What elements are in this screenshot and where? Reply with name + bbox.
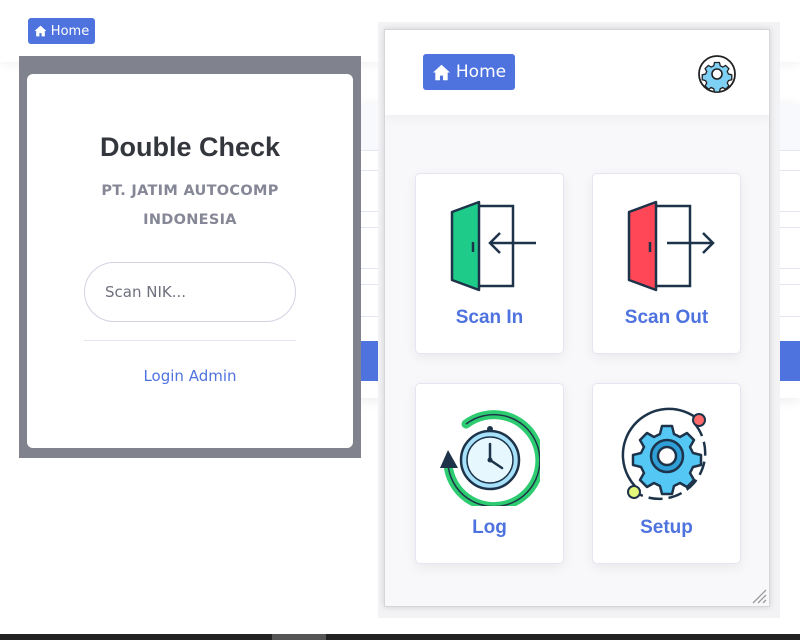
modal-title: Double Check [99, 132, 281, 162]
home-button[interactable]: Home [423, 54, 515, 90]
scan-in-tile[interactable]: Scan In [415, 173, 564, 354]
scan-in-label: Scan In [455, 307, 524, 328]
resize-grip-icon[interactable] [751, 588, 767, 604]
home-icon [34, 25, 47, 37]
background-home-button[interactable]: Home [28, 18, 95, 44]
clock-history-icon [440, 410, 540, 506]
log-label: Log [472, 517, 507, 538]
scan-out-label: Scan Out [624, 307, 709, 328]
gear-icon[interactable] [697, 54, 737, 94]
scan-out-tile[interactable]: Scan Out [592, 173, 741, 354]
setup-gear-icon [621, 407, 707, 501]
scan-nik-input[interactable] [84, 262, 296, 322]
modal-divider [84, 340, 296, 341]
scan-out-icon [627, 200, 715, 292]
home-button-label: Home [455, 62, 507, 82]
home-icon [432, 64, 450, 80]
log-tile[interactable]: Log [415, 383, 564, 564]
login-admin-link[interactable]: Login Admin [27, 367, 353, 385]
taskbar [0, 634, 800, 640]
company-name: PT. JATIM AUTOCOMP INDONESIA [101, 183, 279, 228]
setup-tile[interactable]: Setup [592, 383, 741, 564]
panel-header: Home [385, 30, 769, 115]
double-check-modal: Double Check PT. JATIM AUTOCOMP INDONESI… [27, 74, 353, 448]
scan-in-icon [450, 200, 536, 292]
menu-panel: Home Scan In Scan Out Log Setup [384, 29, 770, 607]
setup-label: Setup [640, 517, 693, 538]
background-home-label: Home [50, 23, 90, 39]
